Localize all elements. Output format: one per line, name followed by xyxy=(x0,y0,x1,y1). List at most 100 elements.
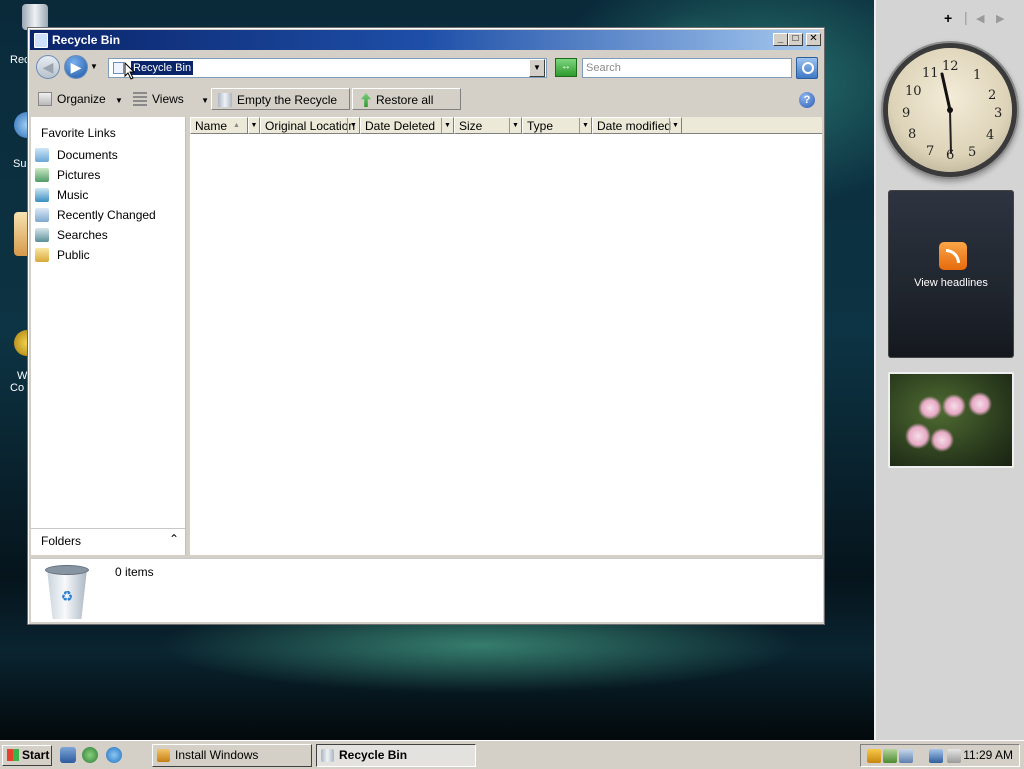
rss-feed-icon xyxy=(939,242,967,270)
recent-pages-dropdown-icon[interactable]: ▼ xyxy=(90,62,98,71)
defender-icon[interactable] xyxy=(883,749,897,763)
favorite-link-searches[interactable]: Searches xyxy=(35,226,108,244)
folders-toggle[interactable]: Folders ⌃ xyxy=(31,528,185,553)
network-icon[interactable] xyxy=(929,749,943,763)
forward-button[interactable]: ▶ xyxy=(64,55,88,79)
column-label: Type xyxy=(527,119,554,133)
address-bar[interactable]: Recycle Bin ▼ xyxy=(108,58,547,78)
back-button[interactable]: ◀ xyxy=(36,55,60,79)
feed-label[interactable]: View headlines xyxy=(889,277,1013,289)
taskbar-item-recycle-bin[interactable]: Recycle Bin xyxy=(316,744,476,767)
security-alert-icon[interactable] xyxy=(867,749,881,763)
window-title: Recycle Bin xyxy=(52,33,121,47)
column-header-date-deleted[interactable]: Date Deleted ▼ xyxy=(360,117,454,134)
windows-sidebar: + | ◀ ▶ 12 1 2 3 4 5 6 7 8 9 10 11 View … xyxy=(874,0,1024,740)
column-header-filler xyxy=(682,117,822,134)
file-list[interactable]: Name ▲ ▼ Original Location ▼ Date Deleted ▼… xyxy=(190,117,822,555)
taskbar-item-install-windows[interactable]: Install Windows xyxy=(152,744,312,767)
recycle-bin-large-icon: ♻ xyxy=(43,563,91,619)
clock-gadget[interactable]: 12 1 2 3 4 5 6 7 8 9 10 11 xyxy=(888,48,1012,172)
navigation-bar: ◀ ▶ ▼ Recycle Bin ▼ ↔ Search xyxy=(30,52,820,84)
search-input[interactable]: Search xyxy=(582,58,792,78)
favorite-link-public[interactable]: Public xyxy=(35,246,90,264)
desktop-icon-partial-2[interactable]: Su xyxy=(0,112,40,170)
taskbar-item-label: Recycle Bin xyxy=(339,748,408,762)
chevron-down-icon: ▼ xyxy=(201,96,210,105)
favorite-link-label: Searches xyxy=(57,228,108,242)
address-dropdown-button[interactable]: ▼ xyxy=(529,59,545,77)
column-header-type[interactable]: Type ▼ xyxy=(522,117,592,134)
maximize-button[interactable]: □ xyxy=(788,33,803,46)
recycle-bin-icon xyxy=(34,33,48,48)
windows-logo-icon xyxy=(7,749,19,761)
chevron-down-icon[interactable]: ▼ xyxy=(509,118,521,133)
clock-time[interactable]: 11:29 AM xyxy=(963,748,1013,762)
taskbar-item-label: Install Windows xyxy=(175,748,259,762)
chevron-down-icon[interactable]: ▼ xyxy=(579,118,591,133)
recycle-bin-icon xyxy=(321,749,334,762)
column-header-size[interactable]: Size ▼ xyxy=(454,117,522,134)
empty-recycle-bin-button[interactable]: Empty the Recycle Bin xyxy=(211,88,350,129)
column-label: Size xyxy=(459,119,483,133)
column-header-name[interactable]: Name ▲ xyxy=(190,117,248,134)
next-gadget-icon[interactable]: ▶ xyxy=(996,12,1004,25)
favorite-link-label: Pictures xyxy=(57,168,101,182)
item-count: 0 items xyxy=(115,565,154,579)
favorite-link-documents[interactable]: Documents xyxy=(35,146,118,164)
feed-headlines-gadget[interactable]: View headlines xyxy=(888,190,1014,358)
chevron-down-icon[interactable]: ▼ xyxy=(347,118,359,133)
favorite-link-pictures[interactable]: Pictures xyxy=(35,166,100,184)
public-folder-icon xyxy=(35,248,49,262)
mouse-cursor-icon xyxy=(124,62,136,80)
favorite-link-recently-changed[interactable]: Recently Changed xyxy=(35,206,156,224)
desktop-icon-recycle-bin[interactable]: Rec xyxy=(0,4,48,66)
address-value[interactable]: Recycle Bin xyxy=(131,61,194,75)
start-label: Start xyxy=(22,748,50,762)
views-label: Views xyxy=(152,92,184,106)
chevron-down-icon: ▼ xyxy=(250,122,258,129)
favorite-link-music[interactable]: Music xyxy=(35,186,88,204)
column-label: Date Deleted xyxy=(365,119,436,133)
chevron-down-icon[interactable]: ▼ xyxy=(441,118,453,133)
volume-muted-icon[interactable] xyxy=(947,749,961,763)
chevron-up-icon: ⌃ xyxy=(168,532,179,546)
help-icon[interactable]: ? xyxy=(799,92,815,108)
switch-windows-icon[interactable] xyxy=(82,747,98,763)
desktop-icon-partial-4[interactable]: W Co xyxy=(0,330,40,394)
column-header-original-location[interactable]: Original Location ▼ xyxy=(260,117,360,134)
refresh-button[interactable]: ↔ xyxy=(555,58,577,77)
slideshow-gadget[interactable] xyxy=(888,372,1014,468)
minimize-button[interactable]: _ xyxy=(773,33,788,46)
start-button[interactable]: Start xyxy=(2,745,52,766)
recently-changed-icon xyxy=(35,208,49,222)
column-header-dropdown[interactable]: ▼ xyxy=(248,117,260,134)
pictures-icon xyxy=(35,168,49,182)
organize-button[interactable]: Organize ▼ xyxy=(38,88,123,110)
internet-explorer-icon[interactable] xyxy=(106,747,122,763)
command-bar: Organize ▼ Views ▼ Empty the Recycle Bin… xyxy=(30,86,820,129)
close-button[interactable]: ✕ xyxy=(806,33,821,46)
column-label: Date modified xyxy=(597,119,672,133)
folders-label: Folders xyxy=(41,534,82,548)
chevron-down-icon[interactable]: ▼ xyxy=(669,118,681,133)
restore-all-items-button[interactable]: Restore all items xyxy=(352,88,461,129)
music-icon xyxy=(35,188,49,202)
views-icon xyxy=(133,92,147,106)
views-button[interactable]: Views ▼ xyxy=(133,88,209,110)
desktop-icon-partial-3[interactable] xyxy=(0,212,40,256)
update-icon[interactable] xyxy=(899,749,913,763)
column-header-date-modified[interactable]: Date modified ▼ xyxy=(592,117,682,134)
title-bar[interactable]: Recycle Bin _ □ ✕ xyxy=(30,30,821,50)
organize-label: Organize xyxy=(57,92,106,106)
column-label: Original Location xyxy=(265,119,356,133)
organize-icon xyxy=(38,92,52,106)
chevron-down-icon: ▼ xyxy=(115,96,123,105)
show-desktop-icon[interactable] xyxy=(60,747,76,763)
taskbar: Start Install Windows Recycle Bin 11:29 … xyxy=(0,740,1024,769)
search-icon[interactable] xyxy=(796,57,818,79)
add-gadget-icon[interactable]: + xyxy=(944,10,952,26)
desktop-icon-label: Su xyxy=(13,158,27,170)
previous-gadget-icon[interactable]: ◀ xyxy=(976,12,984,25)
favorite-link-label: Documents xyxy=(57,148,118,162)
desktop-icon-label: Co xyxy=(10,382,25,394)
